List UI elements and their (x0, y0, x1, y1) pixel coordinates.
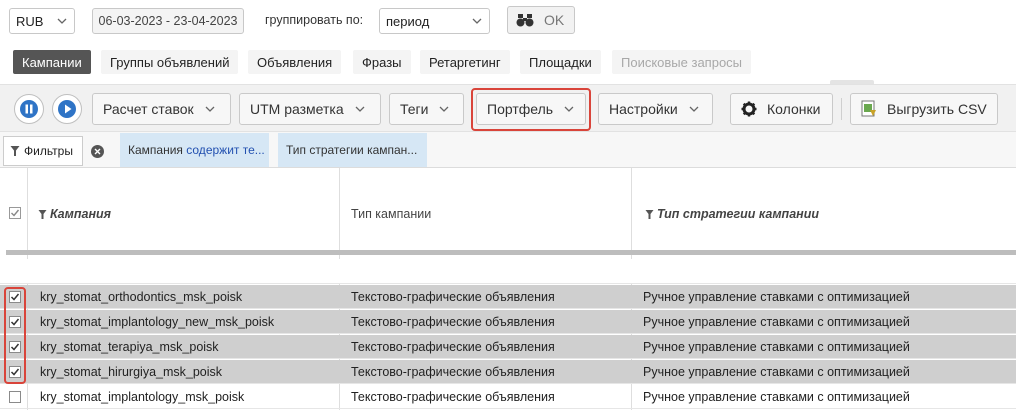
column-header-strategy[interactable]: Тип стратегии кампании (645, 205, 819, 223)
column-header-type[interactable]: Тип кампании (351, 205, 431, 223)
tab-ad-groups[interactable]: Группы объявлений (101, 50, 239, 74)
tab-label: Ретаргетинг (429, 54, 501, 70)
column-header-campaign[interactable]: Кампания (38, 205, 111, 223)
tab-placements[interactable]: Площадки (520, 50, 601, 74)
ok-button[interactable]: OK (507, 6, 575, 34)
chip-condition: содержит те... (186, 143, 265, 157)
chip-text: Тип стратегии кампан... (286, 143, 418, 157)
campaign-type: Текстово-графические объявления (351, 315, 555, 329)
campaign-strategy: Ручное управление ставками с оптимизацие… (643, 365, 910, 379)
campaign-name[interactable]: kry_stomat_implantology_new_msk_poisk (40, 310, 274, 334)
totals-row (0, 259, 1016, 284)
excel-export-icon (861, 100, 876, 117)
header-label: Тип кампании (351, 207, 432, 221)
table-row[interactable]: kry_stomat_hirurgiya_msk_poisk Текстово-… (0, 360, 1016, 384)
bid-calc-label: Расчет ставок (103, 101, 194, 117)
chevron-down-icon (440, 106, 449, 112)
gear-icon (741, 101, 757, 117)
settings-button[interactable]: Настройки (598, 93, 713, 125)
campaign-strategy: Ручное управление ставками с оптимизацие… (643, 315, 910, 329)
tab-campaigns[interactable]: Кампании (13, 50, 91, 74)
chevron-down-icon (205, 106, 215, 112)
portfolio-label: Портфель (487, 101, 554, 117)
table-row[interactable]: kry_stomat_implantology_msk_poisk Тексто… (0, 385, 1016, 409)
columns-label: Колонки (767, 101, 821, 117)
utm-label: UTM разметка (250, 101, 344, 117)
toolbar-divider (841, 98, 842, 120)
funnel-icon (645, 209, 654, 219)
tab-phrases[interactable]: Фразы (353, 50, 411, 74)
chevron-down-icon (689, 106, 699, 112)
table-row[interactable]: kry_stomat_implantology_new_msk_poisk Те… (0, 310, 1016, 334)
tab-label: Фразы (362, 54, 402, 70)
date-range-value: 06-03-2023 - 23-04-2023 (98, 14, 238, 28)
campaign-name[interactable]: kry_stomat_implantology_msk_poisk (40, 385, 244, 409)
group-by-label: группировать по: (265, 13, 364, 27)
chevron-down-icon (57, 18, 67, 24)
tab-label: Группы объявлений (110, 54, 230, 70)
funnel-icon (10, 146, 20, 156)
campaign-name[interactable]: kry_stomat_orthodontics_msk_poisk (40, 285, 242, 309)
ok-label: OK (544, 12, 565, 28)
tab-label: Площадки (529, 54, 592, 70)
chevron-down-icon (472, 18, 482, 24)
tab-search-queries: Поисковые запросы (612, 50, 752, 74)
campaign-strategy: Ручное управление ставками с оптимизацие… (643, 390, 910, 404)
chip-field: Кампания (128, 143, 183, 157)
group-by-select[interactable]: период (379, 8, 490, 34)
bid-calc-button[interactable]: Расчет ставок (92, 93, 231, 125)
pause-button[interactable] (14, 94, 44, 124)
campaign-type: Текстово-графические объявления (351, 290, 555, 304)
campaign-name[interactable]: kry_stomat_terapiya_msk_poisk (40, 335, 219, 359)
checkmark-icon (11, 209, 20, 217)
binoculars-icon (516, 14, 534, 27)
play-icon (58, 100, 76, 118)
tab-retargeting[interactable]: Ретаргетинг (420, 50, 510, 74)
utm-button[interactable]: UTM разметка (239, 93, 381, 125)
checkbox-highlight (4, 287, 26, 384)
clear-filters-icon[interactable] (91, 145, 104, 158)
table-row[interactable]: kry_stomat_terapiya_msk_poisk Текстово-г… (0, 335, 1016, 359)
campaign-strategy: Ручное управление ставками с оптимизацие… (643, 290, 910, 304)
filters-label: Фильтры (24, 144, 73, 158)
currency-select[interactable]: RUB (9, 8, 75, 34)
campaign-name[interactable]: kry_stomat_hirurgiya_msk_poisk (40, 360, 222, 384)
campaign-type: Текстово-графические объявления (351, 365, 555, 379)
header-separator (6, 250, 1016, 255)
group-by-value: период (386, 13, 430, 29)
date-range-picker[interactable]: 06-03-2023 - 23-04-2023 (92, 8, 244, 34)
tab-ads[interactable]: Объявления (248, 50, 342, 74)
tags-button[interactable]: Теги (389, 93, 464, 125)
campaign-type: Текстово-графические объявления (351, 390, 555, 404)
chevron-down-icon (564, 106, 574, 112)
export-label: Выгрузить CSV (887, 101, 987, 117)
campaign-type: Текстово-графические объявления (351, 340, 555, 354)
row-checkbox[interactable] (9, 391, 21, 403)
chevron-down-icon (355, 106, 365, 112)
campaign-strategy: Ручное управление ставками с оптимизацие… (643, 340, 910, 354)
table-row[interactable]: kry_stomat_orthodontics_msk_poisk Тексто… (0, 285, 1016, 309)
tab-label: Объявления (257, 54, 333, 70)
currency-value: RUB (16, 13, 44, 29)
filters-button[interactable]: Фильтры (3, 136, 83, 166)
settings-label: Настройки (609, 101, 678, 117)
close-icon (94, 148, 101, 155)
columns-button[interactable]: Колонки (730, 93, 833, 125)
select-all-checkbox[interactable] (9, 207, 21, 219)
portfolio-button[interactable]: Портфель (476, 93, 586, 125)
funnel-icon (38, 209, 47, 219)
header-label: Тип стратегии кампании (657, 207, 819, 221)
table-header (0, 168, 1016, 256)
filter-chip-strategy[interactable]: Тип стратегии кампан... (278, 133, 427, 167)
play-button[interactable] (52, 94, 82, 124)
checkbox (9, 207, 21, 219)
tags-label: Теги (400, 101, 429, 117)
tab-label: Поисковые запросы (621, 54, 743, 70)
pause-icon (20, 100, 38, 118)
export-csv-button[interactable]: Выгрузить CSV (850, 93, 998, 125)
header-label: Кампания (50, 207, 112, 221)
filter-chip-campaign[interactable]: Кампания содержит те... (120, 133, 269, 167)
tab-label: Кампании (22, 54, 82, 70)
